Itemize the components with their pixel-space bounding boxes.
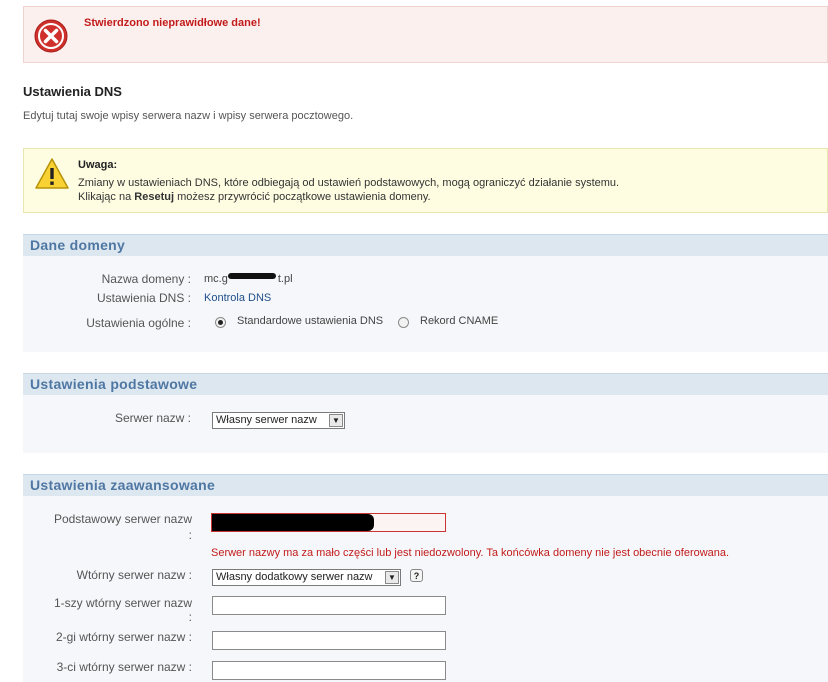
third-secondary-ns-input[interactable]	[212, 661, 446, 680]
primary-ns-input[interactable]	[211, 513, 446, 532]
general-settings-label: Ustawienia ogólne :	[86, 316, 191, 330]
error-message: Stwierdzono nieprawidłowe dane!	[84, 17, 261, 29]
primary-ns-label: Podstawowy serwer nazw	[53, 512, 192, 526]
advanced-settings-section: Ustawienia zaawansowane Podstawowy serwe…	[23, 474, 828, 682]
basic-settings-section: Ustawienia podstawowe Serwer nazw : Włas…	[23, 373, 828, 453]
basic-settings-header: Ustawienia podstawowe	[23, 373, 828, 395]
radio-standard-dns-label: Standardowe ustawienia DNS	[237, 315, 384, 327]
nameserver-select-value: Własny serwer nazw	[216, 414, 317, 426]
primary-ns-label-colon: :	[188, 528, 192, 542]
nameserver-select[interactable]: Własny serwer nazw ▼	[212, 412, 345, 429]
primary-ns-error: Serwer nazwy ma za mało części lub jest …	[211, 547, 730, 559]
nameserver-label: Serwer nazw :	[114, 411, 191, 425]
error-banner: Stwierdzono nieprawidłowe dane!	[23, 6, 828, 63]
radio-cname-label: Rekord CNAME	[420, 315, 499, 327]
secondary-ns-select-value: Własny dodatkowy serwer nazw	[216, 571, 373, 583]
dns-settings-label: Ustawienia DNS :	[96, 291, 191, 305]
first-secondary-ns-label: 1-szy wtórny serwer nazw	[53, 596, 192, 610]
warning-box: Uwaga: Zmiany w ustawieniach DNS, które …	[23, 148, 828, 213]
domain-name-end: t.pl	[277, 273, 293, 285]
warning-text-line1: Zmiany w ustawieniach DNS, które odbiega…	[78, 177, 620, 189]
radio-cname[interactable]	[398, 317, 409, 328]
radio-standard-dns[interactable]	[215, 317, 226, 328]
domain-name-value: mc.g t.pl	[204, 273, 293, 285]
page-title: Ustawienia DNS	[23, 84, 122, 99]
advanced-settings-header: Ustawienia zaawansowane	[23, 474, 828, 496]
chevron-down-icon: ▼	[385, 571, 399, 584]
page-description: Edytuj tutaj swoje wpisy serwera nazw i …	[23, 110, 354, 122]
reset-keyword: Resetuj	[134, 191, 175, 203]
help-icon[interactable]: ?	[410, 569, 423, 582]
second-secondary-ns-label: 2-gi wtórny serwer nazw :	[55, 630, 192, 644]
secondary-ns-select[interactable]: Własny dodatkowy serwer nazw ▼	[212, 569, 401, 586]
domain-data-section: Dane domeny Nazwa domeny : mc.g t.pl Usta…	[23, 234, 828, 352]
second-secondary-ns-input[interactable]	[212, 631, 446, 650]
dns-check-link[interactable]: Kontrola DNS	[204, 292, 271, 304]
warning-text-line2: Klikając na Resetuj możesz przywrócić po…	[78, 191, 431, 203]
warning-title: Uwaga:	[78, 159, 118, 171]
secondary-ns-label: Wtórny serwer nazw :	[76, 568, 192, 582]
domain-name-start: mc.g	[204, 273, 228, 285]
first-secondary-ns-label-colon: :	[188, 610, 192, 624]
redacted-value	[212, 514, 374, 531]
redacted-mark	[227, 273, 276, 279]
chevron-down-icon: ▼	[329, 414, 343, 427]
warning-line2-pre: Klikając na	[78, 191, 135, 203]
third-secondary-ns-label: 3-ci wtórny serwer nazw :	[56, 660, 192, 674]
error-icon	[34, 19, 68, 53]
first-secondary-ns-input[interactable]	[212, 596, 446, 615]
warning-line2-post: możesz przywrócić początkowe ustawienia …	[174, 191, 431, 203]
domain-name-label: Nazwa domeny :	[101, 272, 191, 286]
domain-data-header: Dane domeny	[23, 234, 828, 256]
warning-icon	[35, 158, 69, 189]
